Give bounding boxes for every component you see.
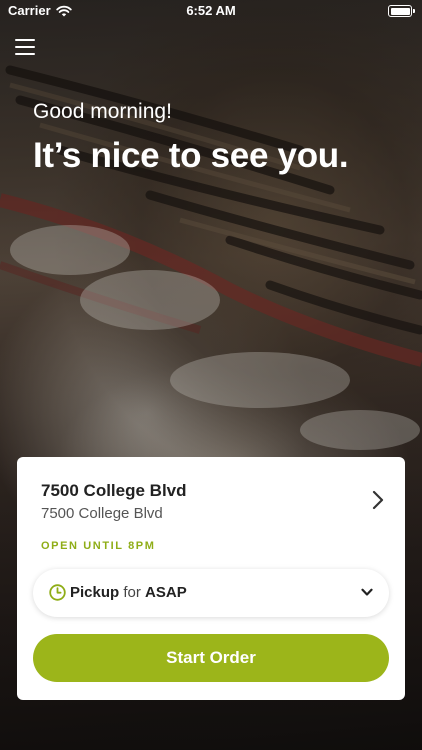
- order-type-label: Pickup: [70, 584, 120, 601]
- status-time: 6:52 AM: [186, 3, 236, 18]
- chevron-down-icon[interactable]: [361, 588, 373, 597]
- battery-icon: [388, 5, 415, 17]
- time-selection-label: ASAP: [145, 584, 187, 601]
- store-address: 7500 College Blvd: [41, 505, 163, 522]
- open-status-label: OPEN UNTIL 8PM: [41, 540, 156, 552]
- store-card: 7500 College Blvd 7500 College Blvd OPEN…: [17, 457, 405, 700]
- store-name[interactable]: 7500 College Blvd: [41, 481, 187, 501]
- headline-text: It’s nice to see you.: [33, 136, 349, 175]
- pickup-time-select[interactable]: Pickup for ASAP: [33, 569, 389, 617]
- status-bar: Carrier 6:52 AM: [0, 0, 422, 22]
- for-label: for: [123, 584, 141, 601]
- pickup-summary: Pickup for ASAP: [70, 584, 187, 601]
- clock-icon: [49, 584, 66, 601]
- greeting-text: Good morning!: [33, 100, 172, 123]
- start-order-button[interactable]: Start Order: [33, 634, 389, 682]
- chevron-right-icon[interactable]: [371, 489, 385, 511]
- menu-icon[interactable]: [15, 39, 35, 57]
